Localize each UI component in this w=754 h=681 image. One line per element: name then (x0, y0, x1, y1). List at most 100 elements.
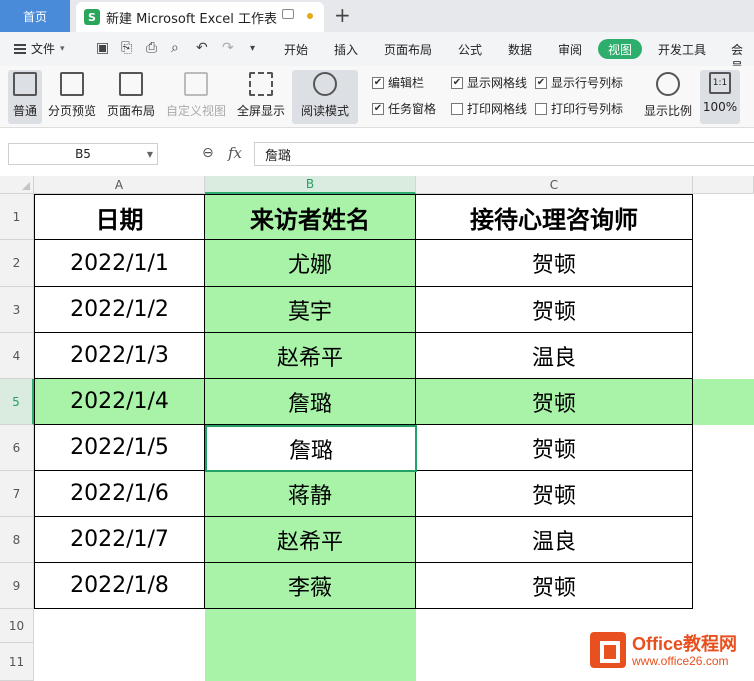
page-break-label: 分页预览 (47, 104, 96, 118)
row-header-9[interactable]: 9 (0, 563, 34, 609)
checkbox-print-headers[interactable] (535, 102, 547, 115)
menu-developer[interactable]: 开发工具 (658, 41, 706, 58)
page-layout-button[interactable]: 页面布局 (105, 70, 157, 124)
table-cell[interactable]: 2022/1/1 (34, 240, 205, 287)
check-print-gridlines-label: 打印网格线 (467, 102, 528, 116)
office-logo-icon (590, 632, 626, 668)
checkbox-formula-bar[interactable]: ✔ (372, 76, 384, 89)
page-break-preview-button[interactable]: 分页预览 (47, 70, 97, 124)
menu-view[interactable]: 视图 (598, 39, 642, 59)
check-task-pane[interactable]: ✔ 任务窗格 (372, 100, 436, 117)
table-cell[interactable]: 莫宇 (205, 287, 416, 333)
header-cell[interactable]: 来访者姓名 (205, 194, 416, 240)
table-cell[interactable]: 2022/1/3 (34, 333, 205, 379)
checkbox-show-headers[interactable]: ✔ (535, 76, 547, 89)
ribbon-view: 普通 分页预览 页面布局 自定义视图 全屏显示 阅读模式 ✔ 编辑栏 ✔ 任务窗… (0, 66, 754, 128)
normal-view-button[interactable]: 普通 (8, 70, 42, 124)
print-icon[interactable]: ⎙ (146, 40, 157, 56)
check-print-gridlines[interactable]: 打印网格线 (451, 100, 527, 117)
more-chevron-icon[interactable]: ▾ (250, 43, 255, 54)
monitor-icon[interactable] (282, 9, 294, 19)
table-cell[interactable]: 尤娜 (205, 240, 416, 287)
row-header-10[interactable]: 10 (0, 609, 34, 643)
formula-input[interactable]: 詹璐 (254, 142, 754, 166)
zoom-button[interactable]: 显示比例 (642, 70, 694, 124)
column-header-c[interactable]: C (416, 176, 693, 194)
column-header-a[interactable]: A (34, 176, 205, 194)
table-cell[interactable]: 2022/1/2 (34, 287, 205, 333)
column-header-b[interactable]: B (205, 176, 416, 194)
table-cell[interactable]: 2022/1/8 (34, 563, 205, 609)
page-break-icon (60, 72, 84, 96)
fx-icon[interactable]: fx (228, 144, 242, 162)
menu-start[interactable]: 开始 (284, 41, 308, 58)
check-formula-bar[interactable]: ✔ 编辑栏 (372, 74, 424, 91)
undo-icon[interactable]: ↶ (196, 40, 208, 56)
fullscreen-button[interactable]: 全屏显示 (236, 70, 286, 124)
custom-view-label: 自定义视图 (165, 104, 226, 118)
zoom-100-button[interactable]: 1:1 100% (700, 70, 740, 124)
table-cell[interactable]: 贺顿 (416, 379, 693, 425)
row-header-3[interactable]: 3 (0, 287, 34, 333)
row-header-6[interactable]: 6 (0, 425, 34, 471)
formula-bar: B5 ▼ ⊖ fx 詹璐 (0, 128, 754, 176)
row-header-2[interactable]: 2 (0, 240, 34, 287)
table-cell[interactable]: 2022/1/7 (34, 517, 205, 563)
column-header-d[interactable] (693, 176, 754, 194)
check-show-headers[interactable]: ✔ 显示行号列标 (535, 74, 623, 91)
table-cell[interactable]: 李薇 (205, 563, 416, 609)
reading-mode-button[interactable]: 阅读模式 (292, 70, 358, 124)
check-print-headers-label: 打印行号列标 (551, 102, 624, 116)
menu-data[interactable]: 数据 (508, 41, 532, 58)
check-show-gridlines[interactable]: ✔ 显示网格线 (451, 74, 527, 91)
checkbox-task-pane[interactable]: ✔ (372, 102, 384, 115)
new-tab-button[interactable]: + (334, 3, 351, 27)
header-cell[interactable]: 接待心理咨询师 (416, 194, 693, 240)
print-preview-icon[interactable]: ⌕ (171, 40, 179, 56)
checkbox-print-gridlines[interactable] (451, 102, 463, 115)
redo-icon[interactable]: ↷ (222, 40, 234, 56)
tab-home[interactable]: 首页 (0, 0, 70, 32)
chevron-down-icon[interactable]: ▼ (147, 150, 153, 159)
table-cell[interactable]: 贺顿 (416, 240, 693, 287)
table-cell[interactable]: 2022/1/6 (34, 471, 205, 517)
menu-review[interactable]: 审阅 (558, 41, 582, 58)
row-header-7[interactable]: 7 (0, 471, 34, 517)
table-cell[interactable]: 2022/1/4 (34, 379, 205, 425)
tab-document[interactable]: S 新建 Microsoft Excel 工作表 (76, 2, 324, 32)
row-header-4[interactable]: 4 (0, 333, 34, 379)
check-print-headers[interactable]: 打印行号列标 (535, 100, 623, 117)
page-layout-icon (119, 72, 143, 96)
row-header-11[interactable]: 11 (0, 643, 34, 681)
file-menu[interactable]: 文件 ▾ (14, 40, 65, 57)
active-cell[interactable]: 詹璐 (205, 425, 417, 472)
zoom-search-icon[interactable]: ⊖ (202, 145, 214, 161)
table-cell[interactable]: 贺顿 (416, 425, 693, 471)
table-cell[interactable]: 贺顿 (416, 471, 693, 517)
row-header-1[interactable]: 1 (0, 194, 34, 240)
menu-formulas[interactable]: 公式 (458, 41, 482, 58)
custom-view-button[interactable]: 自定义视图 (165, 70, 227, 124)
table-cell[interactable]: 赵希平 (205, 333, 416, 379)
table-cell[interactable]: 温良 (416, 517, 693, 563)
table-cell[interactable]: 贺顿 (416, 287, 693, 333)
menu-insert[interactable]: 插入 (334, 41, 358, 58)
menu-page-layout[interactable]: 页面布局 (384, 41, 432, 58)
table-cell[interactable]: 赵希平 (205, 517, 416, 563)
export-icon[interactable]: ⎘ (121, 40, 132, 56)
name-box[interactable]: B5 ▼ (8, 143, 158, 165)
table-cell[interactable]: 蒋静 (205, 471, 416, 517)
spreadsheet-icon: S (84, 9, 100, 25)
header-cell[interactable]: 日期 (34, 194, 205, 240)
row-header-5[interactable]: 5 (0, 379, 34, 425)
cell-ref: B5 (75, 147, 91, 161)
select-all-corner[interactable] (0, 176, 34, 194)
save-icon[interactable]: ▣ (96, 40, 109, 56)
table-cell[interactable]: 詹璐 (205, 379, 416, 425)
checkbox-show-gridlines[interactable]: ✔ (451, 76, 463, 89)
table-cell[interactable]: 2022/1/5 (34, 425, 205, 471)
table-cell[interactable]: 温良 (416, 333, 693, 379)
table-cell[interactable]: 贺顿 (416, 563, 693, 609)
row-header-8[interactable]: 8 (0, 517, 34, 563)
row-highlight (693, 379, 754, 425)
